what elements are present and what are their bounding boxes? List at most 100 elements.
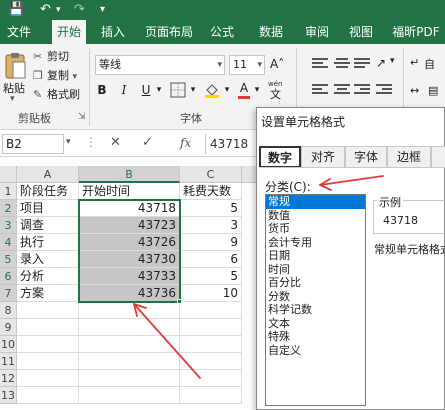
column-header-c[interactable]: C [180,166,242,183]
cell-b6[interactable]: 43733 [79,268,180,285]
cell-empty[interactable] [180,336,242,353]
insert-function-button[interactable]: fx [180,136,191,150]
cell-c2[interactable]: 5 [180,200,242,217]
cell-c4[interactable]: 9 [180,234,242,251]
cell-empty[interactable] [17,336,79,353]
row-header[interactable]: 4 [0,234,17,251]
cell-a1[interactable]: 阶段任务 [17,183,79,200]
tab-home[interactable]: 开始 [52,20,86,44]
name-box-dropdown-icon[interactable]: ▾ [66,137,71,147]
align-top-icon[interactable] [312,58,328,70]
row-header[interactable]: 5 [0,251,17,268]
tab-view[interactable]: 视图 [344,20,378,44]
save-icon[interactable]: 💾 [8,2,24,18]
cell-b3[interactable]: 43723 [79,217,180,234]
wrap-text-label[interactable]: 自 [424,56,435,72]
name-box[interactable]: B2 [2,134,64,154]
category-item[interactable]: 日期 [266,249,365,263]
cell-b2[interactable]: 43718 [79,200,180,217]
cell-b7[interactable]: 43736 [79,285,180,302]
enter-icon[interactable]: ✓ [142,135,153,150]
cell-empty[interactable] [180,387,242,404]
cell-a6[interactable]: 分析 [17,268,79,285]
row-header[interactable]: 8 [0,302,17,319]
redo-icon[interactable]: ↷ [74,2,85,18]
merge-dropdown-icon[interactable]: ▤ [428,84,438,97]
fill-handle[interactable] [177,299,182,304]
clipboard-dialog-launcher-icon[interactable]: ⇲ [78,112,86,122]
cut-button[interactable]: ✂ 剪切 [33,49,69,65]
row-header[interactable]: 9 [0,319,17,336]
bold-button[interactable]: B [95,81,109,99]
cell-a4[interactable]: 执行 [17,234,79,251]
category-list[interactable]: 常规 数值 货币 会计专用 日期 时间 百分比 分数 科学记数 文本 特殊 自定… [265,194,366,406]
cell-empty[interactable] [17,353,79,370]
column-header-b[interactable]: B [79,166,180,183]
format-painter-button[interactable]: ✎ 格式刷 [33,87,80,103]
borders-icon[interactable] [170,82,186,98]
copy-dropdown-icon[interactable]: ▾ [73,72,78,82]
tab-file[interactable]: 文件 [2,20,36,44]
row-header[interactable]: 3 [0,217,17,234]
cell-empty[interactable] [79,302,180,319]
merge-center-icon[interactable]: ↔ [410,84,419,97]
category-item[interactable]: 科学记数 [266,303,365,317]
tab-font[interactable]: 字体 [345,146,387,168]
cell-a7[interactable]: 方案 [17,285,79,302]
category-item[interactable]: 分数 [266,290,365,304]
fill-color-icon[interactable] [204,82,220,98]
increase-font-size-icon[interactable]: A˄ [270,57,284,71]
cell-empty[interactable] [79,319,180,336]
cell-a2[interactable]: 项目 [17,200,79,217]
borders-dropdown-icon[interactable]: ▾ [188,81,198,99]
font-size-select[interactable]: 11 ▾ [229,55,265,75]
align-middle-icon[interactable] [334,58,350,70]
tab-formulas[interactable]: 公式 [205,20,239,44]
cell-b4[interactable]: 43726 [79,234,180,251]
phonetic-guide-icon[interactable]: 文 [270,86,281,102]
wrap-text-icon[interactable]: ↵ [410,56,419,69]
row-header[interactable]: 1 [0,183,17,200]
align-left-icon[interactable] [312,84,328,96]
font-color-button[interactable]: A [238,81,250,99]
cell-empty[interactable] [180,370,242,387]
row-header[interactable]: 12 [0,370,17,387]
cell-a5[interactable]: 录入 [17,251,79,268]
category-item[interactable]: 特殊 [266,330,365,344]
category-item[interactable]: 时间 [266,263,365,277]
tab-foxit-pdf[interactable]: 福昕PDF [390,20,442,44]
row-header[interactable]: 10 [0,336,17,353]
category-item[interactable]: 文本 [266,317,365,331]
category-item[interactable]: 常规 [266,195,365,209]
cell-empty[interactable] [79,370,180,387]
font-color-dropdown-icon[interactable]: ▾ [252,81,262,99]
tab-number[interactable]: 数字 [259,146,301,168]
underline-dropdown-icon[interactable]: ▾ [154,81,164,99]
italic-button[interactable]: I [117,81,131,99]
cell-empty[interactable] [79,353,180,370]
align-bottom-icon[interactable] [354,58,370,70]
cell-empty[interactable] [17,370,79,387]
tab-more[interactable] [431,146,445,168]
cell-empty[interactable] [79,387,180,404]
cell-c5[interactable]: 6 [180,251,242,268]
column-header-d[interactable] [242,166,256,183]
row-header[interactable]: 6 [0,268,17,285]
underline-button[interactable]: U [139,81,153,99]
cell-empty[interactable] [180,319,242,336]
cell-b1[interactable]: 开始时间 [79,183,180,200]
row-header[interactable]: 2 [0,200,17,217]
paste-dropdown-icon[interactable]: ▾ [10,94,15,104]
orientation-dropdown-icon[interactable]: ▾ [390,56,395,66]
tab-data[interactable]: 数据 [254,20,288,44]
category-item[interactable]: 数值 [266,209,365,223]
font-name-select[interactable]: 等线 ▾ [95,55,225,75]
cell-c3[interactable]: 3 [180,217,242,234]
cell-empty[interactable] [17,302,79,319]
tab-review[interactable]: 审阅 [300,20,334,44]
tab-insert[interactable]: 插入 [96,20,130,44]
category-item[interactable]: 货币 [266,222,365,236]
quick-access-dropdown-icon[interactable]: ▾ [100,2,105,18]
cell-empty[interactable] [180,302,242,319]
undo-icon[interactable]: ↶ [40,2,51,18]
